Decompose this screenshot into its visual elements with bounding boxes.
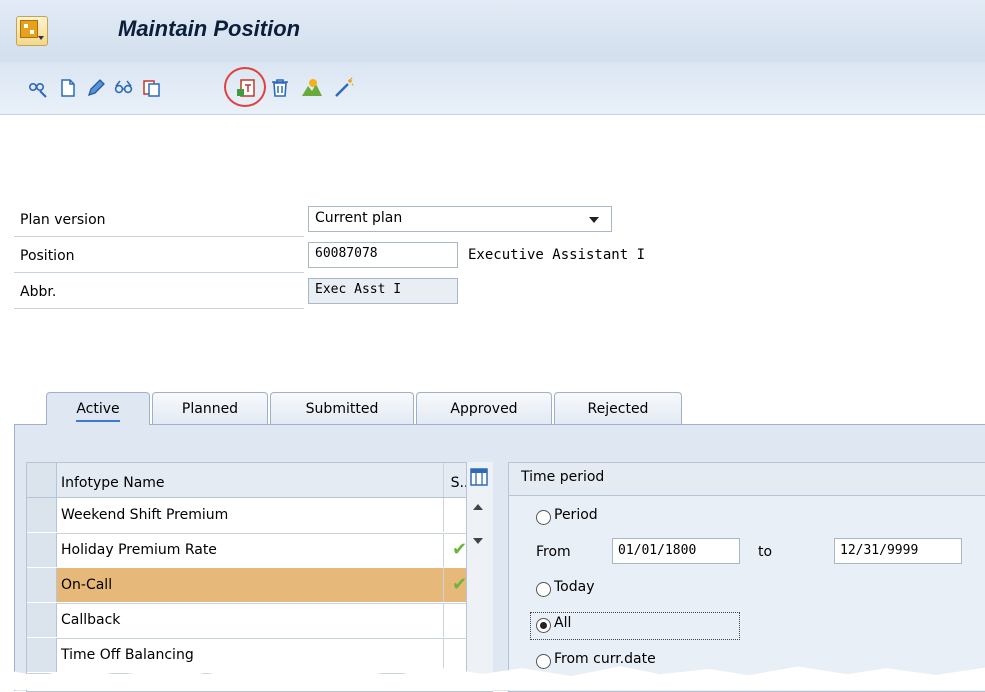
- row-selector[interactable]: [27, 603, 57, 637]
- create-icon[interactable]: [56, 76, 80, 100]
- tab-label: Planned: [181, 401, 239, 417]
- from-date-input[interactable]: 01/01/1800: [612, 538, 740, 564]
- copy-icon[interactable]: [140, 76, 164, 100]
- title-bar: Maintain Position: [0, 0, 985, 63]
- from-curr-date-radio[interactable]: [536, 654, 551, 669]
- infotype-name-cell: Callback: [57, 603, 444, 637]
- tab-planned[interactable]: Planned: [152, 392, 268, 424]
- scroll-down-icon[interactable]: [473, 538, 483, 544]
- row-selector[interactable]: [27, 498, 57, 532]
- delete-icon[interactable]: [268, 76, 292, 100]
- from-label: From: [536, 544, 571, 560]
- divider: [14, 308, 304, 309]
- table-row[interactable]: Weekend Shift Premium: [27, 498, 493, 534]
- table-header: Infotype Name S..: [27, 463, 493, 498]
- chevron-down-icon[interactable]: [589, 217, 599, 223]
- scroll-up-icon[interactable]: [473, 504, 483, 510]
- display-icon[interactable]: [26, 76, 50, 100]
- all-radio[interactable]: [536, 618, 551, 633]
- period-radio[interactable]: [536, 510, 551, 525]
- app-menu-button[interactable]: [16, 16, 48, 46]
- plan-version-value: Current plan: [315, 210, 403, 226]
- tab-label: Approved: [450, 401, 518, 417]
- to-date-input[interactable]: 12/31/9999: [834, 538, 962, 564]
- period-label: Period: [554, 507, 598, 523]
- abbr-label: Abbr.: [20, 284, 57, 300]
- change-icon[interactable]: [84, 76, 108, 100]
- table-row[interactable]: On-Call ✔: [27, 568, 493, 604]
- highlight-annotation: [224, 67, 266, 107]
- application-toolbar: [0, 62, 985, 115]
- chevron-down-icon: [38, 36, 44, 40]
- from-curr-date-label: From curr.date: [554, 651, 656, 667]
- select-all-cell[interactable]: [27, 463, 57, 497]
- infotype-table: Infotype Name S.. Weekend Shift Premium …: [26, 462, 493, 692]
- group-header: Time period: [509, 463, 985, 496]
- column-layout-icon[interactable]: [470, 468, 488, 486]
- tab-label: Submitted: [305, 401, 379, 417]
- infotype-name-cell: Weekend Shift Premium: [57, 498, 444, 532]
- table-scrollbar[interactable]: [466, 462, 493, 690]
- abbr-field: Exec Asst I: [308, 278, 458, 304]
- infotype-name-cell: Holiday Premium Rate: [57, 533, 444, 567]
- sap-menu-icon: [20, 20, 38, 38]
- position-input[interactable]: 60087078: [308, 242, 458, 268]
- plan-version-label: Plan version: [20, 212, 106, 228]
- overview-icon[interactable]: [112, 76, 136, 100]
- table-row[interactable]: Callback: [27, 603, 493, 639]
- page-title: Maintain Position: [118, 16, 301, 41]
- structure-icon[interactable]: [300, 76, 324, 100]
- all-label: All: [554, 615, 572, 631]
- row-selector[interactable]: [27, 568, 57, 602]
- wizard-icon[interactable]: [332, 76, 356, 100]
- tab-label: Rejected: [587, 401, 649, 417]
- tab-label: Active: [76, 398, 120, 422]
- row-selector[interactable]: [27, 638, 57, 672]
- today-label: Today: [554, 579, 595, 595]
- column-header-infotype-name[interactable]: Infotype Name: [57, 463, 444, 497]
- tab-rejected[interactable]: Rejected: [554, 392, 682, 424]
- tab-submitted[interactable]: Submitted: [270, 392, 414, 424]
- to-label: to: [758, 544, 773, 560]
- infotype-name-cell: On-Call: [57, 568, 444, 602]
- plan-version-select[interactable]: Current plan: [308, 206, 612, 232]
- position-description: Executive Assistant I: [468, 247, 646, 263]
- tab-approved[interactable]: Approved: [416, 392, 552, 424]
- table-row[interactable]: Holiday Premium Rate ✔: [27, 533, 493, 569]
- divider: [14, 272, 304, 273]
- tab-active[interactable]: Active: [46, 392, 150, 425]
- today-radio[interactable]: [536, 582, 551, 597]
- row-selector[interactable]: [27, 533, 57, 567]
- divider: [14, 236, 304, 237]
- time-period-title: Time period: [521, 469, 605, 485]
- position-label: Position: [20, 248, 75, 264]
